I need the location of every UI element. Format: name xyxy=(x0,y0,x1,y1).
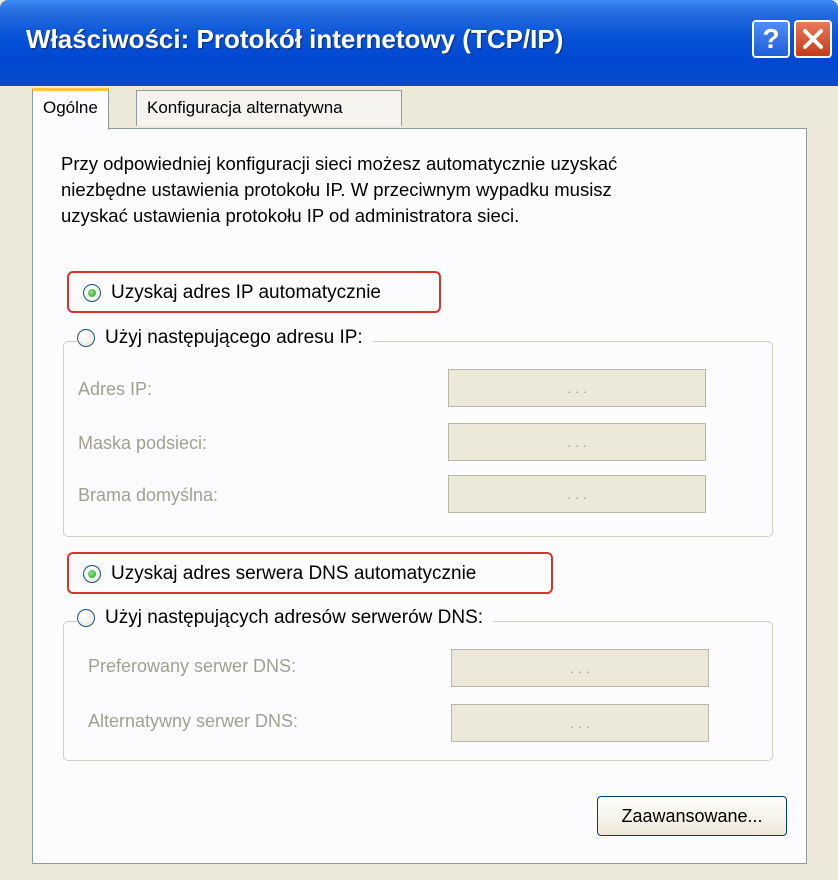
ip-auto-radio[interactable] xyxy=(83,284,101,302)
window-title: Właściwości: Protokół internetowy (TCP/I… xyxy=(26,24,564,54)
alternate-dns-input[interactable]: . . . xyxy=(451,704,709,742)
alternate-dns-label: Alternatywny serwer DNS: xyxy=(88,711,299,731)
intro-text: Przy odpowiedniej konfiguracji sieci moż… xyxy=(61,151,761,229)
default-gateway-input[interactable]: . . . xyxy=(448,475,706,513)
dns-manual-radio[interactable] xyxy=(77,609,95,627)
general-tab-panel: Przy odpowiedniej konfiguracji sieci moż… xyxy=(32,128,807,864)
dns-manual-label: Użyj następujących adresów serwerów DNS: xyxy=(105,607,484,628)
intro-line-1: Przy odpowiedniej konfiguracji sieci moż… xyxy=(61,153,618,174)
tab-general[interactable]: Ogólne xyxy=(32,88,109,130)
subnet-mask-label: Maska podsieci: xyxy=(78,433,208,453)
dialog-window: Właściwości: Protokół internetowy (TCP/I… xyxy=(0,0,838,880)
ip-manual-label: Użyj następującego adresu IP: xyxy=(105,327,363,348)
ip-address-label: Adres IP: xyxy=(78,379,153,399)
ip-address-input[interactable]: . . . xyxy=(448,369,706,407)
ip-manual-option[interactable]: Użyj następującego adresu IP: xyxy=(77,327,373,349)
ip-manual-radio[interactable] xyxy=(77,329,95,347)
close-button[interactable] xyxy=(794,20,832,58)
intro-line-3: uzyskać ustawienia protokołu IP od admin… xyxy=(61,205,520,226)
dns-auto-option[interactable]: Uzyskaj adres serwera DNS automatycznie xyxy=(83,563,476,585)
default-gateway-label: Brama domyślna: xyxy=(78,485,219,505)
close-icon xyxy=(803,29,823,49)
subnet-mask-input[interactable]: . . . xyxy=(448,423,706,461)
intro-line-2: niezbędne ustawienia protokołu IP. W prz… xyxy=(61,179,612,200)
preferred-dns-label: Preferowany serwer DNS: xyxy=(88,656,297,676)
help-button[interactable]: ? xyxy=(752,20,790,58)
advanced-button[interactable]: Zaawansowane... xyxy=(597,796,787,836)
dns-auto-radio[interactable] xyxy=(83,565,101,583)
preferred-dns-input[interactable]: . . . xyxy=(451,649,709,687)
title-bar[interactable]: Właściwości: Protokół internetowy (TCP/I… xyxy=(0,0,838,86)
help-icon: ? xyxy=(762,23,780,54)
dns-auto-label: Uzyskaj adres serwera DNS automatycznie xyxy=(111,563,477,584)
ip-auto-option[interactable]: Uzyskaj adres IP automatycznie xyxy=(83,282,381,304)
dns-manual-option[interactable]: Użyj następujących adresów serwerów DNS: xyxy=(77,607,494,629)
ip-auto-label: Uzyskaj adres IP automatycznie xyxy=(111,282,381,303)
tab-alternative-config[interactable]: Konfiguracja alternatywna xyxy=(136,90,402,126)
